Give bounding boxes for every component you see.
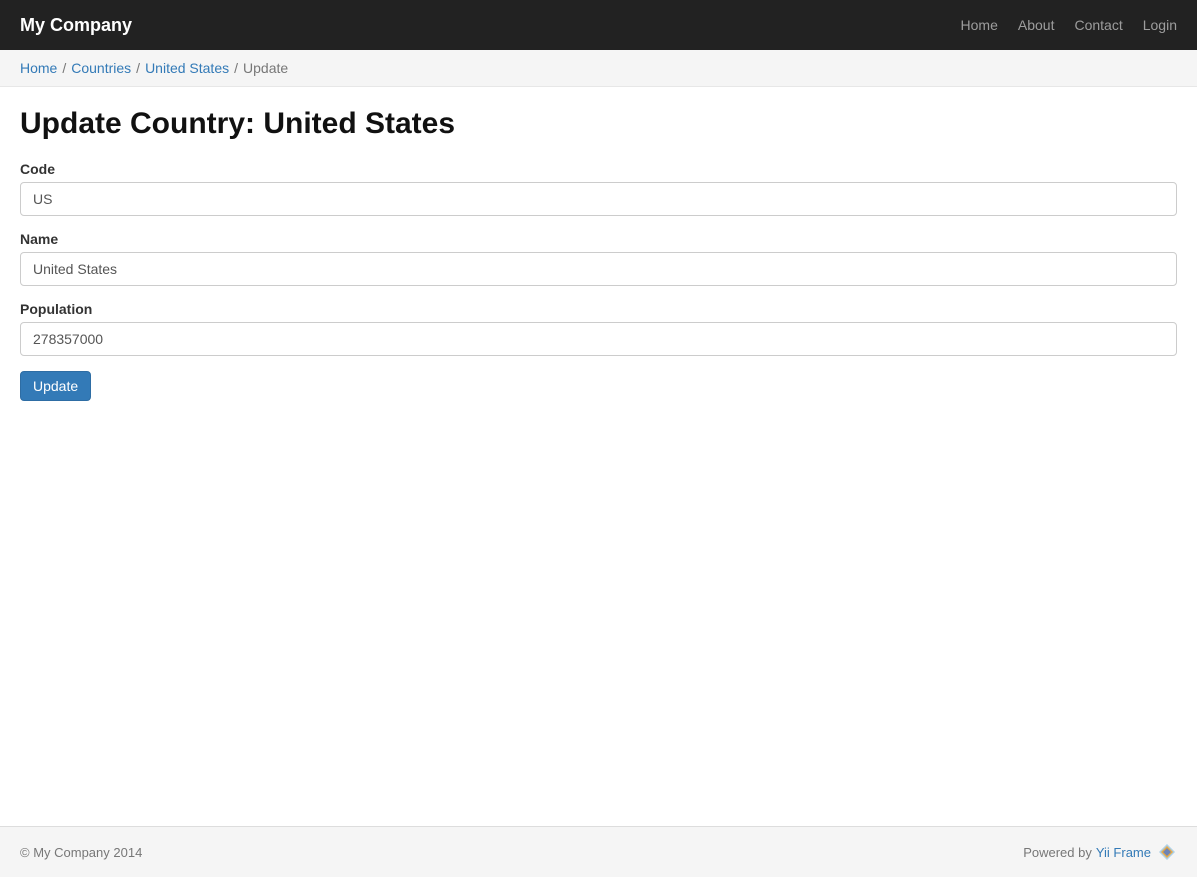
name-label: Name: [20, 231, 1177, 247]
breadcrumb-bar: Home / Countries / United States / Updat…: [0, 50, 1197, 87]
main-content: Update Country: United States Code Name …: [0, 87, 1197, 826]
nav-link-contact[interactable]: Contact: [1074, 17, 1122, 33]
breadcrumb-separator-1: /: [62, 60, 66, 76]
nav-item-login: Login: [1143, 17, 1177, 33]
breadcrumb: Home / Countries / United States / Updat…: [20, 60, 1177, 76]
page-title: Update Country: United States: [20, 107, 1177, 141]
yii-logo: [1157, 842, 1177, 862]
nav-link-about[interactable]: About: [1018, 17, 1055, 33]
nav-link-home[interactable]: Home: [961, 17, 998, 33]
update-button[interactable]: Update: [20, 371, 91, 401]
update-form: Code Name Population Update: [20, 161, 1177, 401]
breadcrumb-link-home[interactable]: Home: [20, 60, 57, 76]
navbar: My Company Home About Contact Login: [0, 0, 1197, 50]
population-form-group: Population: [20, 301, 1177, 356]
breadcrumb-item-us: United States: [145, 60, 229, 76]
nav-item-about: About: [1018, 17, 1055, 33]
population-label: Population: [20, 301, 1177, 317]
breadcrumb-item-update: Update: [243, 60, 288, 76]
footer: © My Company 2014 Powered by Yii Frame: [0, 826, 1197, 877]
population-input[interactable]: [20, 322, 1177, 356]
breadcrumb-item-countries: Countries: [71, 60, 131, 76]
nav-link-login[interactable]: Login: [1143, 17, 1177, 33]
breadcrumb-separator-2: /: [136, 60, 140, 76]
breadcrumb-separator-3: /: [234, 60, 238, 76]
yii-link[interactable]: Yii Frame: [1096, 845, 1151, 860]
footer-copyright: © My Company 2014: [20, 845, 142, 860]
breadcrumb-link-countries[interactable]: Countries: [71, 60, 131, 76]
powered-by-text: Powered by: [1023, 845, 1092, 860]
breadcrumb-link-us[interactable]: United States: [145, 60, 229, 76]
breadcrumb-current: Update: [243, 60, 288, 76]
nav-item-home: Home: [961, 17, 998, 33]
footer-powered-by: Powered by Yii Frame: [1023, 842, 1177, 862]
code-form-group: Code: [20, 161, 1177, 216]
nav-item-contact: Contact: [1074, 17, 1122, 33]
navbar-brand[interactable]: My Company: [20, 15, 132, 36]
name-input[interactable]: [20, 252, 1177, 286]
breadcrumb-item-home: Home: [20, 60, 57, 76]
navbar-nav: Home About Contact Login: [961, 17, 1177, 33]
code-input[interactable]: [20, 182, 1177, 216]
code-label: Code: [20, 161, 1177, 177]
name-form-group: Name: [20, 231, 1177, 286]
